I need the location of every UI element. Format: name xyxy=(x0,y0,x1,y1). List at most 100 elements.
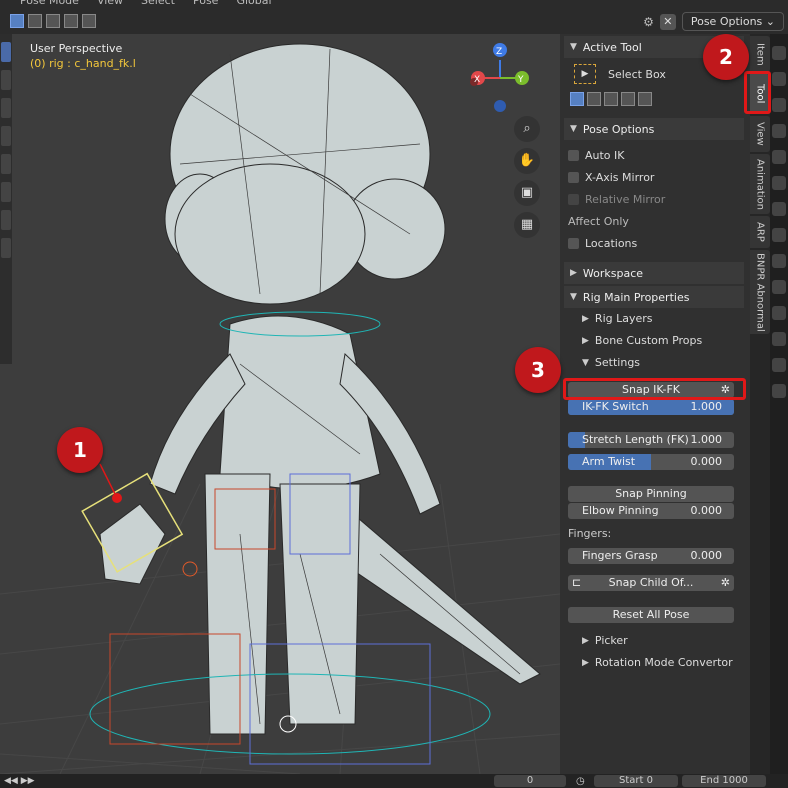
gizmo-x-label: X xyxy=(474,75,480,85)
menu-view[interactable]: View xyxy=(97,0,123,8)
end-frame-field[interactable]: End 1000 xyxy=(682,775,766,787)
auto-ik-label: Auto IK xyxy=(585,149,625,162)
bone-props-icon[interactable] xyxy=(772,332,786,346)
menu-select[interactable]: Select xyxy=(141,0,175,8)
relative-mirror-checkbox[interactable]: Relative Mirror xyxy=(568,193,665,206)
start-label: Start xyxy=(619,775,644,786)
annotation-marker-2: 2 xyxy=(703,34,749,80)
mode-set-icon[interactable] xyxy=(570,92,584,106)
locations-checkbox[interactable]: Locations xyxy=(568,237,637,250)
stopwatch-icon[interactable]: ◷ xyxy=(576,776,585,787)
chevron-right-icon: ▶ xyxy=(582,657,589,668)
arm-twist-label: Arm Twist xyxy=(582,455,636,468)
relative-mirror-label: Relative Mirror xyxy=(585,193,666,206)
workspace-header[interactable]: ▶ Workspace xyxy=(564,262,744,284)
mode-subtract-icon[interactable] xyxy=(604,92,618,106)
texture-props-icon[interactable] xyxy=(772,384,786,398)
snap-child-of-button[interactable]: ⊏ Snap Child Of... ✲ xyxy=(568,575,734,591)
mode-invert-icon[interactable] xyxy=(621,92,635,106)
select-mode-buttons xyxy=(570,92,652,106)
x-axis-mirror-checkbox[interactable]: X-Axis Mirror xyxy=(568,171,654,184)
tool-props-icon[interactable] xyxy=(772,46,786,60)
stretch-length-slider[interactable]: Stretch Length (FK) 1.000 xyxy=(568,432,734,448)
snap-pinning-button[interactable]: Snap Pinning xyxy=(568,486,734,502)
rig-layers-subpanel[interactable]: ▶ Rig Layers xyxy=(582,312,653,325)
close-button[interactable]: ✕ xyxy=(659,13,676,30)
ikfk-switch-label: IK-FK Switch xyxy=(582,400,649,413)
tool-move-icon[interactable] xyxy=(1,98,11,118)
constraint-icon: ⊏ xyxy=(572,576,582,589)
tool-transform-icon[interactable] xyxy=(1,182,11,202)
modifier-props-icon[interactable] xyxy=(772,228,786,242)
data-props-icon[interactable] xyxy=(772,306,786,320)
playback-controls-icon[interactable]: ◀◀ ▶▶ xyxy=(4,776,35,786)
mode-intersect-icon[interactable] xyxy=(638,92,652,106)
object-props-icon[interactable] xyxy=(772,202,786,216)
select-invert-icon[interactable] xyxy=(64,14,78,28)
tab-bnpr-abnormal[interactable]: BNPR Abnormal xyxy=(750,250,770,334)
tool-cursor-icon[interactable] xyxy=(1,70,11,90)
picker-subpanel[interactable]: ▶ Picker xyxy=(582,634,628,647)
zoom-icon[interactable]: ⌕ xyxy=(514,116,540,142)
reset-all-pose-label: Reset All Pose xyxy=(612,608,690,621)
header-right: ⚙ ✕ Pose Options ⌄ xyxy=(643,12,784,31)
bone-constraint-icon[interactable] xyxy=(772,358,786,372)
mode-extend-icon[interactable] xyxy=(587,92,601,106)
tab-animation[interactable]: Animation xyxy=(750,154,770,214)
tab-view[interactable]: View xyxy=(750,116,770,152)
rotation-mode-subpanel[interactable]: ▶ Rotation Mode Convertor xyxy=(582,656,733,669)
menu-pose[interactable]: Pose xyxy=(193,0,218,8)
scene-props-icon[interactable] xyxy=(772,150,786,164)
ikfk-switch-slider[interactable]: IK-FK Switch 1.000 xyxy=(568,399,734,415)
current-frame-field[interactable]: 0 xyxy=(494,775,566,787)
select-extend-icon[interactable] xyxy=(28,14,42,28)
elbow-pinning-slider[interactable]: Elbow Pinning 0.000 xyxy=(568,503,734,519)
tool-select-icon[interactable] xyxy=(1,42,11,62)
select-intersect-icon[interactable] xyxy=(82,14,96,28)
output-props-icon[interactable] xyxy=(772,98,786,112)
arm-twist-slider[interactable]: Arm Twist 0.000 xyxy=(568,454,734,470)
active-tool-title: Active Tool xyxy=(582,40,642,54)
elbow-pinning-label: Elbow Pinning xyxy=(582,504,659,517)
render-props-icon[interactable] xyxy=(772,72,786,86)
rig-layers-label: Rig Layers xyxy=(594,312,653,325)
select-subtract-icon[interactable] xyxy=(46,14,60,28)
view-layer-icon[interactable] xyxy=(772,124,786,138)
tool-annotate-icon[interactable] xyxy=(1,210,11,230)
3d-viewport[interactable]: Z X Y User Perspective (0) rig : c_hand_… xyxy=(0,34,560,774)
rig-main-header[interactable]: ▼ Rig Main Properties xyxy=(564,286,744,308)
viewport-nav-tools: ⌕ ✋ ▣ ▦ xyxy=(514,116,540,238)
grid-perspective-icon[interactable]: ▦ xyxy=(514,212,540,238)
reset-all-pose-button[interactable]: Reset All Pose xyxy=(568,607,734,623)
world-props-icon[interactable] xyxy=(772,176,786,190)
fingers-grasp-slider[interactable]: Fingers Grasp 0.000 xyxy=(568,548,734,564)
pose-options-header[interactable]: ▼ Pose Options xyxy=(564,118,744,140)
chevron-right-icon: ▶ xyxy=(582,635,589,646)
chevron-right-icon: ▶ xyxy=(582,313,589,324)
tool-scale-icon[interactable] xyxy=(1,154,11,174)
tab-arp[interactable]: ARP xyxy=(750,216,770,248)
physics-props-icon[interactable] xyxy=(772,254,786,268)
properties-strip xyxy=(770,34,788,774)
camera-icon[interactable]: ▣ xyxy=(514,180,540,206)
chevron-right-icon: ▶ xyxy=(570,268,577,278)
active-tool-row[interactable]: ▶ Select Box xyxy=(574,64,666,84)
tool-rotate-icon[interactable] xyxy=(1,126,11,146)
start-frame-field[interactable]: Start 0 xyxy=(594,775,678,787)
active-tool-name: Select Box xyxy=(608,67,666,81)
select-new-icon[interactable] xyxy=(10,14,24,28)
stretch-length-label: Stretch Length (FK) xyxy=(582,433,689,446)
tab-item[interactable]: Item xyxy=(750,36,770,72)
transform-orientation[interactable]: Global xyxy=(236,0,271,8)
constraint-props-icon[interactable] xyxy=(772,280,786,294)
tool-measure-icon[interactable] xyxy=(1,238,11,258)
settings-subpanel[interactable]: ▼ Settings xyxy=(582,356,640,369)
chevron-down-icon: ▼ xyxy=(570,42,577,52)
mode-selector[interactable]: Pose Mode xyxy=(20,0,79,8)
pan-hand-icon[interactable]: ✋ xyxy=(514,148,540,174)
settings-icon[interactable]: ⚙ xyxy=(643,15,654,29)
auto-ik-checkbox[interactable]: Auto IK xyxy=(568,149,625,162)
scene-canvas: Z X Y xyxy=(0,43,560,774)
pose-options-dropdown[interactable]: Pose Options ⌄ xyxy=(681,12,784,31)
bone-custom-props-subpanel[interactable]: ▶ Bone Custom Props xyxy=(582,334,702,347)
